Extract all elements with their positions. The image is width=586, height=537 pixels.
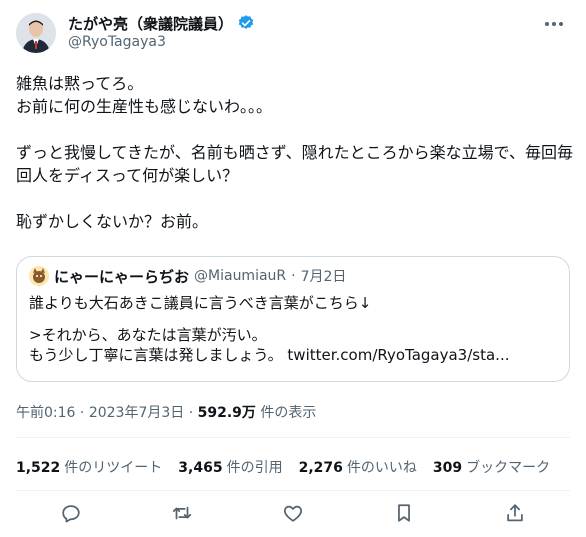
reply-button[interactable] — [60, 502, 84, 526]
share-button[interactable] — [504, 502, 528, 526]
retweet-icon — [172, 506, 192, 520]
meta-separator: · — [75, 405, 89, 421]
meta-separator: · — [184, 405, 198, 421]
bookmark-icon — [398, 504, 410, 522]
author-display-name[interactable]: たがや亮（衆議院議員） — [68, 13, 233, 34]
quoted-handle: @MiaumiauR — [194, 268, 287, 284]
quoted-text: 誰よりも大石あきこ議員に言うべき言葉がこちら↓ >それから、あなたは言葉が汚い。… — [29, 293, 557, 365]
quotes-stat[interactable]: 3,465 件の引用 — [178, 457, 282, 477]
tweet-date[interactable]: 2023年7月3日 — [89, 405, 184, 421]
reply-icon — [62, 505, 80, 523]
like-button[interactable] — [282, 502, 306, 526]
tweet-line: ずっと我慢してきたが、名前も晒さず、隠れたところから楽な立場で、毎回毎回人をディ… — [16, 143, 573, 185]
bookmarks-stat[interactable]: 309 ブックマーク — [433, 457, 550, 477]
like-icon — [283, 505, 303, 522]
quoted-author-avatar[interactable] — [29, 266, 49, 286]
tweet-timestamp: 午前0:16 · 2023年7月3日 · 592.9万 件の表示 — [16, 402, 316, 422]
author-avatar[interactable] — [16, 13, 56, 53]
quoted-line: >それから、あなたは言葉が汚い。 — [29, 326, 267, 344]
view-count: 592.9万 — [197, 405, 256, 421]
tweet-line: 恥ずかしくないか？お前。 — [16, 212, 209, 231]
quoted-date: 7月2日 — [300, 269, 347, 285]
divider — [16, 490, 570, 491]
tweet-time[interactable]: 午前0:16 — [16, 405, 75, 421]
meta-separator: · — [291, 268, 296, 284]
quoted-display-name: にゃーにゃーらぢお — [54, 267, 190, 286]
likes-stat[interactable]: 2,276 件のいいね — [299, 457, 417, 477]
engagement-stats: 1,522 件のリツイート 3,465 件の引用 2,276 件のいいね 309 ブック… — [16, 457, 550, 477]
tweet-text: 雑魚は黙ってろ。 お前に何の生産性も感じないわ。。。 ずっと我慢してきたが、名前… — [16, 72, 576, 233]
action-bar — [16, 502, 570, 526]
quoted-line: もう少し丁寧に言葉は発しましょう。 twitter.com/RyoTagaya3… — [29, 346, 510, 364]
author-handle[interactable]: @RyoTagaya3 — [68, 34, 166, 50]
tweet-line: 雑魚は黙ってろ。 — [16, 74, 144, 93]
bookmark-button[interactable] — [393, 502, 417, 526]
divider — [16, 437, 570, 438]
share-icon — [507, 504, 523, 522]
retweets-stat[interactable]: 1,522 件のリツイート — [16, 457, 162, 477]
view-count-label: 件の表示 — [260, 405, 317, 421]
quoted-line: 誰よりも大石あきこ議員に言うべき言葉がこちら↓ — [29, 294, 372, 312]
tweet-line: お前に何の生産性も感じないわ。。。 — [16, 97, 273, 116]
more-icon — [545, 22, 549, 26]
quoted-tweet-card[interactable]: にゃーにゃーらぢお @MiaumiauR · 7月2日 誰よりも大石あきこ議員に… — [16, 256, 570, 382]
more-options-button[interactable] — [542, 14, 566, 34]
retweet-button[interactable] — [171, 502, 195, 526]
verified-badge-icon — [238, 15, 254, 29]
